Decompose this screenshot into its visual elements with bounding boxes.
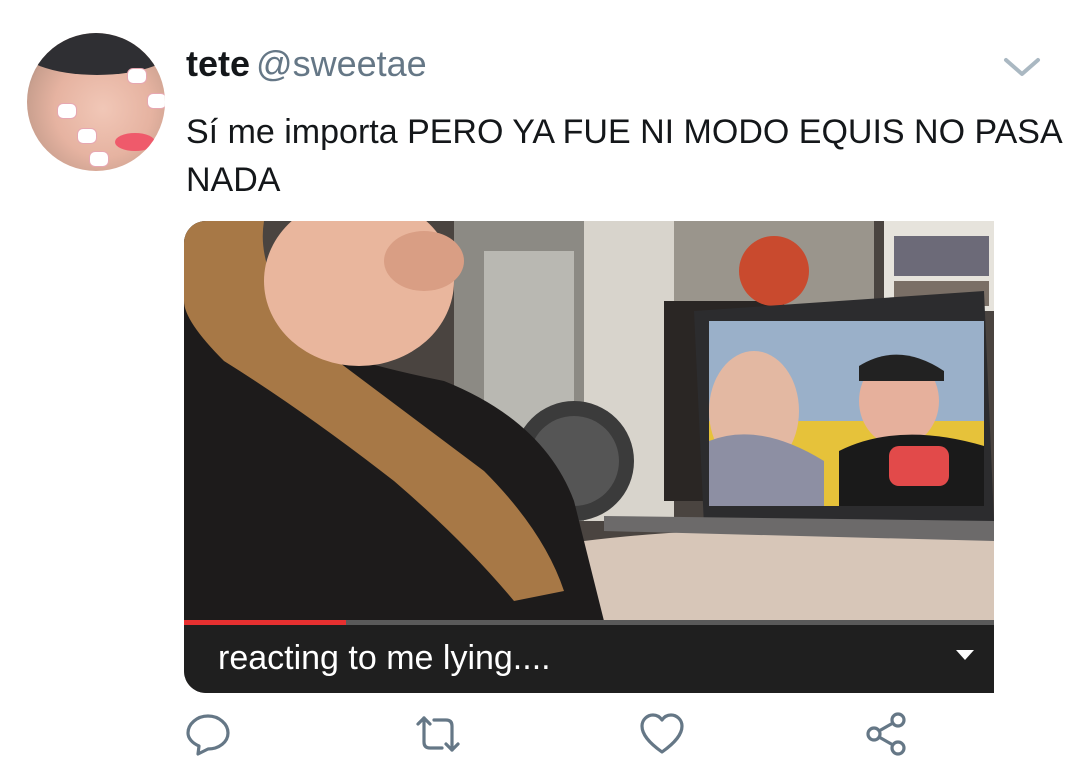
tweet-text: Sí me importa PERO YA FUE NI MODO EQUIS … [186, 113, 1061, 199]
video-progress-track[interactable] [184, 620, 994, 625]
chevron-down-icon[interactable] [1000, 52, 1044, 82]
author-handle[interactable]: @sweetae [256, 43, 427, 84]
avatar-sticker [127, 68, 147, 84]
avatar-sticker [89, 151, 109, 167]
video-caption-bar: reacting to me lying.... [184, 620, 994, 693]
avatar-lips [115, 133, 155, 151]
retweet-icon[interactable] [414, 710, 462, 758]
media-image [184, 221, 994, 621]
tweet-media[interactable]: reacting to me lying.... [184, 221, 994, 693]
video-progress-fill [184, 620, 346, 625]
author-name[interactable]: tete [186, 43, 250, 84]
tweet-header: tete @sweetae [186, 42, 427, 86]
avatar-sticker [57, 103, 77, 119]
video-caption: reacting to me lying.... [218, 639, 551, 677]
tweet-actions [0, 710, 1080, 760]
avatar-sticker [147, 93, 165, 109]
share-icon[interactable] [862, 710, 910, 758]
avatar[interactable] [27, 33, 165, 171]
caret-down-icon[interactable] [956, 650, 974, 662]
heart-icon[interactable] [638, 710, 686, 758]
avatar-sticker [77, 128, 97, 144]
reply-icon[interactable] [184, 710, 232, 758]
